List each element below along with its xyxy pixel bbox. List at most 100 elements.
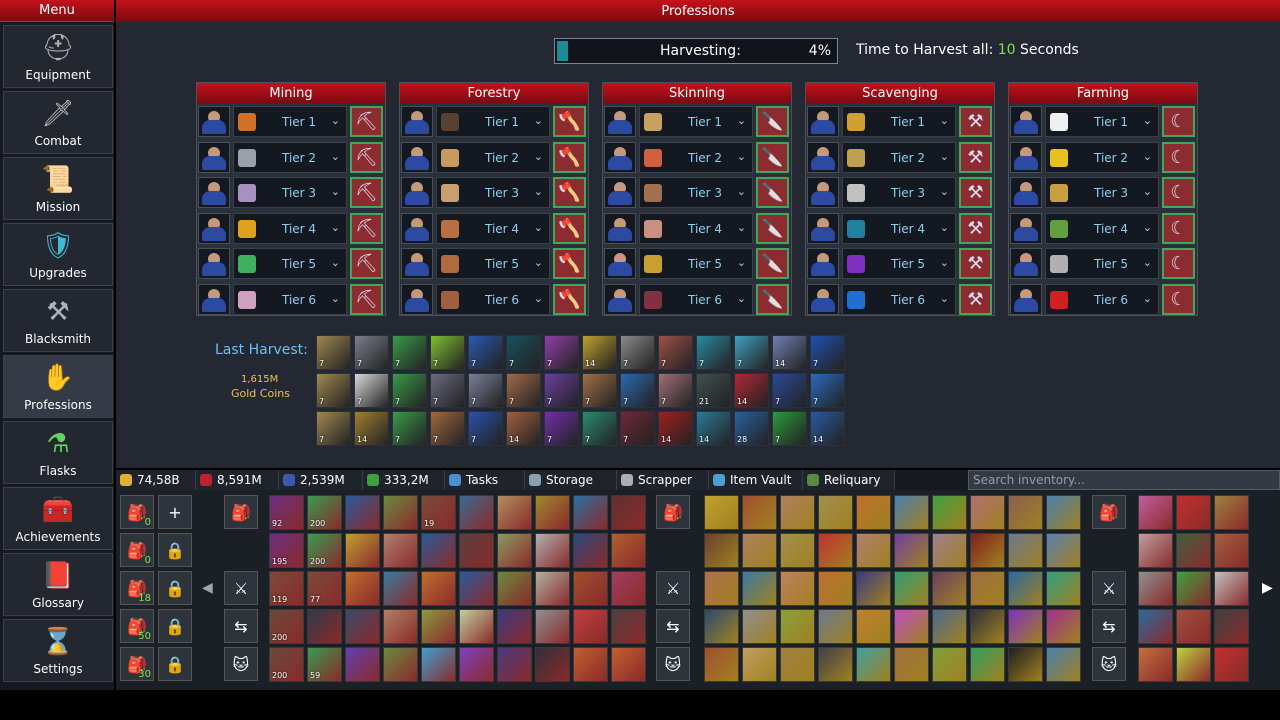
inventory-item[interactable] xyxy=(704,571,739,606)
pickaxe-icon[interactable]: ⛏ xyxy=(350,141,383,173)
worker-avatar[interactable] xyxy=(198,283,230,315)
tier-select[interactable]: Tier 3 ⌄ xyxy=(639,177,753,208)
inventory-item[interactable] xyxy=(1008,571,1043,606)
tier-select[interactable]: Tier 5 ⌄ xyxy=(1045,248,1159,279)
inventory-item[interactable] xyxy=(856,647,891,682)
worker-avatar[interactable] xyxy=(807,177,839,208)
tier-select[interactable]: Tier 5 ⌄ xyxy=(639,248,753,279)
worker-avatar[interactable] xyxy=(401,283,433,315)
inventory-item[interactable] xyxy=(932,495,967,530)
inventory-item[interactable] xyxy=(497,609,532,644)
axe-icon[interactable]: 🪓 xyxy=(553,248,586,279)
weapon-rack-icon[interactable]: ⚔ xyxy=(1092,571,1126,605)
pickaxe-icon[interactable]: ⛏ xyxy=(350,283,383,315)
cat-icon[interactable]: 🐱 xyxy=(656,647,690,681)
harvest-item[interactable]: 14 xyxy=(810,411,845,446)
cat-icon[interactable]: 🐱 xyxy=(224,647,258,681)
inventory-item[interactable] xyxy=(1008,533,1043,568)
harvest-item[interactable]: 7 xyxy=(582,373,617,408)
cat-icon[interactable]: 🐱 xyxy=(1092,647,1126,681)
tab-tasks[interactable]: Tasks xyxy=(445,470,525,490)
harvest-item[interactable]: 7 xyxy=(392,335,427,370)
worker-avatar[interactable] xyxy=(1010,212,1042,244)
sidebar-item-blacksmith[interactable]: ⚒ Blacksmith xyxy=(3,289,113,352)
knife-icon[interactable]: 🔪 xyxy=(756,283,789,315)
swap-icon[interactable]: ⇆ xyxy=(224,609,258,643)
sidebar-item-combat[interactable]: 🗡 Combat xyxy=(3,91,113,154)
inventory-item[interactable] xyxy=(1008,609,1043,644)
inventory-item[interactable] xyxy=(1214,609,1249,644)
worker-avatar[interactable] xyxy=(807,248,839,279)
inventory-item[interactable] xyxy=(459,495,494,530)
sickle-icon[interactable]: ☾ xyxy=(1162,283,1195,315)
bag-slot[interactable]: 🎒 30 xyxy=(120,647,154,681)
inventory-item[interactable] xyxy=(1176,533,1211,568)
inventory-item[interactable]: 195 xyxy=(269,533,304,568)
tier-select[interactable]: Tier 4 ⌄ xyxy=(436,212,550,244)
harvest-item[interactable]: 7 xyxy=(506,373,541,408)
inventory-item[interactable] xyxy=(345,495,380,530)
inventory-item[interactable] xyxy=(611,609,646,644)
tier-select[interactable]: Tier 3 ⌄ xyxy=(436,177,550,208)
worker-avatar[interactable] xyxy=(1010,177,1042,208)
sidebar-item-upgrades[interactable]: 🛡 Upgrades xyxy=(3,223,113,286)
inventory-item[interactable] xyxy=(611,533,646,568)
harvest-item[interactable]: 7 xyxy=(544,411,579,446)
inventory-item[interactable] xyxy=(459,609,494,644)
sidebar-item-settings[interactable]: ⌛ Settings xyxy=(3,619,113,682)
inventory-item[interactable] xyxy=(535,609,570,644)
search-inventory-input[interactable]: Search inventory... xyxy=(968,470,1280,490)
pickaxe-icon[interactable]: ⛏ xyxy=(350,177,383,208)
harvest-item[interactable]: 14 xyxy=(772,335,807,370)
swap-icon[interactable]: ⇆ xyxy=(656,609,690,643)
knife-icon[interactable]: 🔪 xyxy=(756,212,789,244)
tier-select[interactable]: Tier 3 ⌄ xyxy=(1045,177,1159,208)
inventory-item[interactable] xyxy=(383,495,418,530)
inventory-item[interactable] xyxy=(1214,495,1249,530)
inventory-item[interactable] xyxy=(573,533,608,568)
tier-select[interactable]: Tier 2 ⌄ xyxy=(639,141,753,173)
trowel-icon[interactable]: ⚒ xyxy=(959,177,992,208)
tier-select[interactable]: Tier 3 ⌄ xyxy=(842,177,956,208)
harvest-item[interactable]: 7 xyxy=(468,373,503,408)
tab-storage[interactable]: Storage xyxy=(525,470,617,490)
worker-avatar[interactable] xyxy=(604,283,636,315)
inventory-item[interactable] xyxy=(421,609,456,644)
harvest-item[interactable]: 14 xyxy=(696,411,731,446)
worker-avatar[interactable] xyxy=(807,141,839,173)
inventory-item[interactable] xyxy=(856,533,891,568)
harvest-item[interactable]: 14 xyxy=(734,373,769,408)
inventory-item[interactable] xyxy=(459,571,494,606)
inventory-item[interactable] xyxy=(383,647,418,682)
worker-avatar[interactable] xyxy=(198,212,230,244)
inventory-item[interactable] xyxy=(970,533,1005,568)
harvest-item[interactable]: 7 xyxy=(620,373,655,408)
tab-item-vault[interactable]: Item Vault xyxy=(709,470,803,490)
sidebar-item-mission[interactable]: 📜 Mission xyxy=(3,157,113,220)
inventory-item[interactable] xyxy=(780,647,815,682)
inventory-item[interactable] xyxy=(611,647,646,682)
sidebar-item-professions[interactable]: ✋ Professions xyxy=(3,355,113,418)
harvest-item[interactable]: 7 xyxy=(354,373,389,408)
inventory-item[interactable] xyxy=(894,571,929,606)
harvest-item[interactable]: 7 xyxy=(658,335,693,370)
worker-avatar[interactable] xyxy=(1010,141,1042,173)
harvest-item[interactable]: 7 xyxy=(544,373,579,408)
inventory-item[interactable] xyxy=(932,609,967,644)
harvest-item[interactable]: 14 xyxy=(354,411,389,446)
pickaxe-icon[interactable]: ⛏ xyxy=(350,248,383,279)
inventory-item[interactable] xyxy=(345,571,380,606)
inventory-item[interactable] xyxy=(704,609,739,644)
harvest-item[interactable]: 28 xyxy=(734,411,769,446)
sickle-icon[interactable]: ☾ xyxy=(1162,106,1195,137)
inventory-item[interactable] xyxy=(1046,609,1081,644)
inventory-item[interactable] xyxy=(535,495,570,530)
harvest-item[interactable]: 7 xyxy=(544,335,579,370)
inventory-item[interactable] xyxy=(497,571,532,606)
inventory-item[interactable] xyxy=(611,495,646,530)
harvest-item[interactable]: 14 xyxy=(506,411,541,446)
harvest-item[interactable]: 7 xyxy=(810,373,845,408)
inventory-item[interactable] xyxy=(573,571,608,606)
tier-select[interactable]: Tier 5 ⌄ xyxy=(842,248,956,279)
inventory-item[interactable] xyxy=(459,533,494,568)
